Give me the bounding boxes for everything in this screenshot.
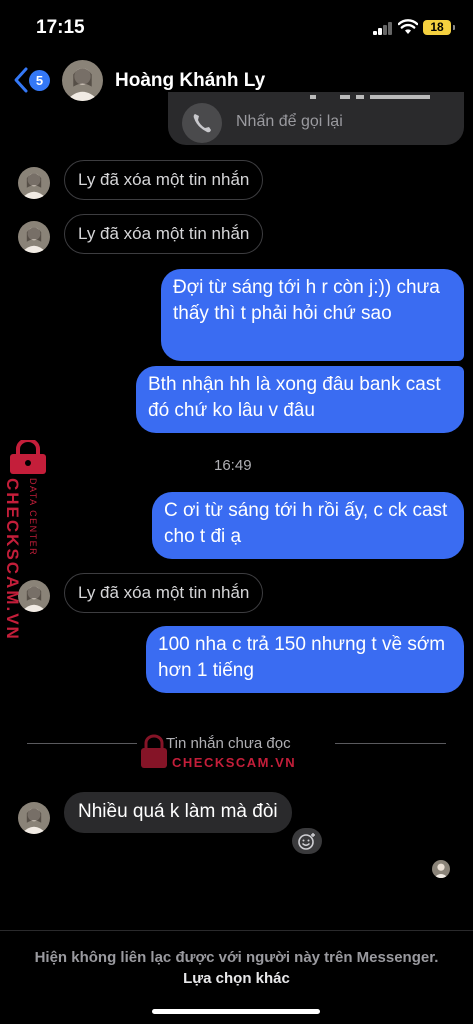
sender-avatar[interactable] [18, 221, 50, 253]
home-indicator[interactable] [152, 1009, 320, 1014]
watermark-subtitle: DATA CENTER [28, 478, 38, 557]
deleted-message-notice: Ly đã xóa một tin nhắn [64, 160, 264, 200]
deleted-message-notice: Ly đã xóa một tin nhắn [64, 214, 264, 254]
watermark-center-text: CHECKSCAM.VN [172, 755, 297, 770]
other-options-link[interactable]: Lựa chọn khác [183, 970, 290, 987]
call-back-label[interactable]: Nhấn để gọi lại [236, 113, 343, 131]
call-back-button[interactable] [182, 103, 222, 143]
received-message-bubble[interactable]: Nhiều quá k làm mà đòi [64, 792, 292, 833]
unreachable-notice: Hiện không liên lạc được với người này t… [20, 947, 453, 989]
watermark-lock-icon [10, 440, 46, 474]
sender-avatar[interactable] [18, 802, 50, 834]
footer-divider [0, 930, 473, 931]
unread-count-badge[interactable]: 5 [29, 70, 50, 91]
cellular-signal-icon [373, 22, 393, 35]
sent-message-bubble[interactable]: Bth nhận hh là xong đâu bank cast đó chứ… [136, 366, 464, 433]
contact-avatar[interactable] [62, 60, 103, 101]
status-bar: 17:15 18 [0, 0, 473, 52]
deleted-message-notice: Ly đã xóa một tin nhắn [64, 573, 264, 613]
phone-icon [193, 114, 211, 133]
sender-avatar[interactable] [18, 167, 50, 199]
call-card-cutoff-text [310, 95, 430, 99]
watermark-brand: CHECKSCAM.VN [3, 478, 22, 641]
back-chevron-icon[interactable] [12, 66, 30, 94]
wifi-icon [398, 19, 418, 34]
battery-indicator: 18 [423, 20, 455, 35]
sender-avatar[interactable] [18, 580, 50, 612]
sent-message-bubble[interactable]: 100 nha c trả 150 nhưng t về sớm hơn 1 t… [146, 626, 464, 693]
add-reaction-button[interactable] [292, 828, 322, 854]
divider-line-right [335, 743, 446, 744]
seen-receipt-avatar [432, 860, 450, 878]
contact-name[interactable]: Hoàng Khánh Ly [115, 70, 265, 92]
sent-message-bubble[interactable]: C ơi từ sáng tới h rồi ấy, c ck cast cho… [152, 492, 464, 559]
message-timestamp: 16:49 [214, 457, 252, 474]
unreachable-notice-text: Hiện không liên lạc được với người này t… [34, 949, 439, 966]
sent-message-bubble[interactable]: Đợi từ sáng tới h r còn j:)) chưa thấy t… [161, 269, 464, 361]
status-time: 17:15 [36, 17, 85, 38]
divider-line-left [27, 743, 137, 744]
smiley-plus-icon [298, 833, 315, 850]
